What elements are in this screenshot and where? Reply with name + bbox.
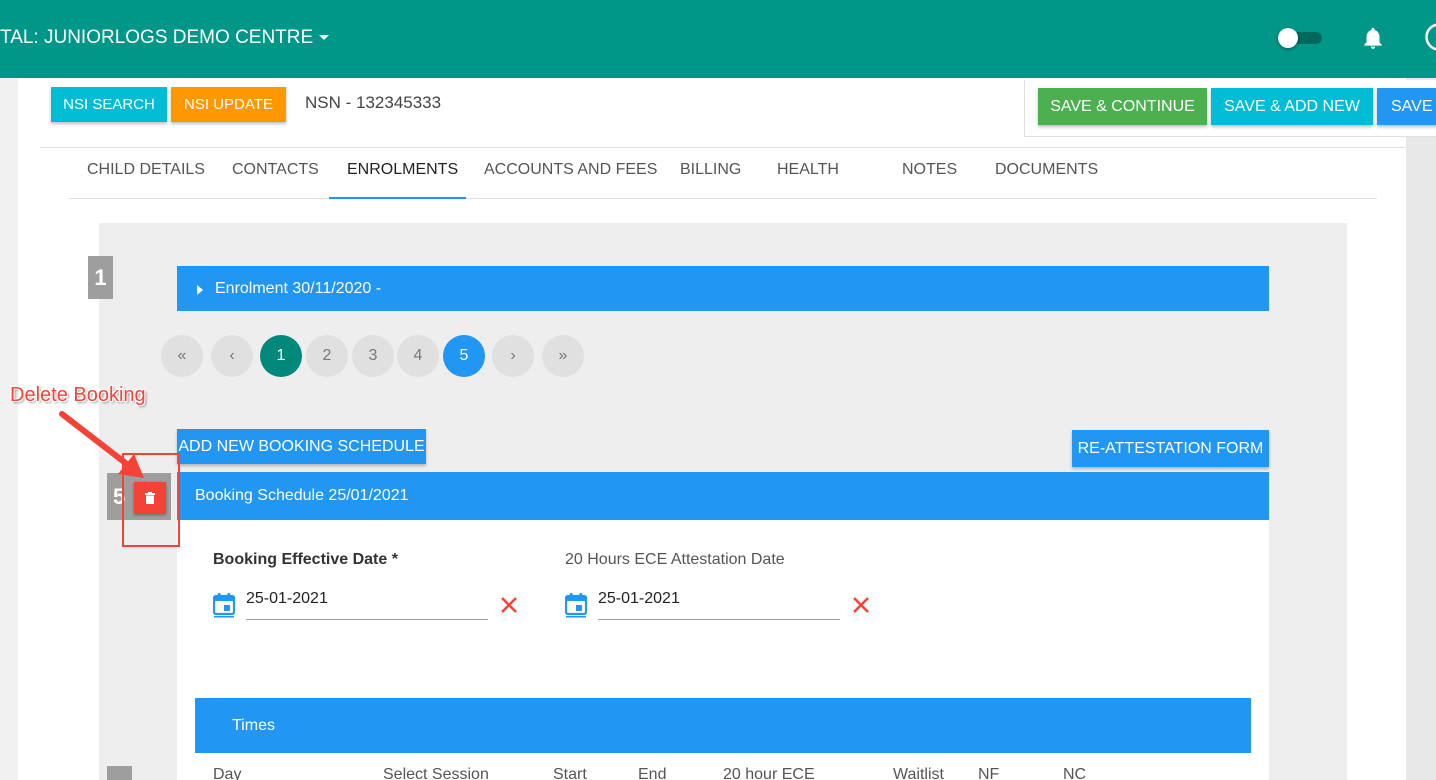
clear-attestation-date-icon[interactable] [851, 595, 871, 615]
pagination-page-3[interactable]: 3 [352, 335, 394, 377]
toolbar-divider [40, 147, 1406, 148]
annotation-highlight-box [122, 453, 180, 547]
expand-arrow-icon [197, 284, 203, 295]
column-header-start: Start [553, 766, 587, 780]
enrolment-header[interactable]: Enrolment 30/11/2020 - [177, 266, 1269, 311]
column-header-select-session: Select Session [383, 766, 489, 780]
enrolment-number-badge: 1 [88, 256, 113, 299]
save-button[interactable]: SAVE [1377, 88, 1436, 125]
column-header-20-hour-ece: 20 hour ECE [723, 766, 815, 780]
booking-effective-date-underline [246, 619, 488, 620]
toggle-switch-icon[interactable] [1278, 28, 1324, 48]
nsn-label: NSN - 132345333 [305, 93, 442, 112]
times-title: Times [232, 716, 275, 734]
add-new-booking-schedule-button[interactable]: ADD NEW BOOKING SCHEDULE [177, 429, 426, 464]
column-header-waitlist: Waitlist [893, 766, 944, 780]
centre-title: TAL: JUNIORLOGS DEMO CENTRE [0, 27, 314, 48]
tab-documents[interactable]: DOCUMENTS [995, 161, 1098, 179]
account-circle-icon[interactable] [1424, 22, 1436, 52]
tab-enrolments[interactable]: ENROLMENTS [347, 161, 458, 179]
nsi-update-button[interactable]: NSI UPDATE [171, 87, 286, 122]
left-gutter [0, 78, 18, 780]
booking-schedule-title: Booking Schedule 25/01/2021 [195, 487, 409, 504]
bell-icon[interactable] [1360, 24, 1386, 52]
column-header-day: Day [213, 766, 242, 780]
pagination-page-4[interactable]: 4 [397, 335, 439, 377]
booking-effective-date-label: Booking Effective Date * [213, 551, 398, 568]
times-header: Times [195, 698, 1251, 753]
pagination-page-2[interactable]: 2 [306, 335, 348, 377]
pagination-page-5[interactable]: 5 [443, 335, 485, 377]
tabs-divider [69, 198, 1377, 199]
attestation-date-underline [598, 619, 840, 620]
pagination-first-button[interactable]: « [161, 335, 203, 377]
clear-effective-date-icon[interactable] [499, 595, 519, 615]
tab-health[interactable]: HEALTH [777, 161, 839, 179]
tab-contacts[interactable]: CONTACTS [232, 161, 319, 179]
tab-notes[interactable]: NOTES [902, 161, 957, 179]
save-continue-button[interactable]: SAVE & CONTINUE [1038, 88, 1207, 125]
save-actions: SAVE & CONTINUE SAVE & ADD NEW SAVE [1024, 80, 1436, 137]
nsi-search-button[interactable]: NSI SEARCH [51, 87, 167, 122]
tab-accounts-and-fees[interactable]: ACCOUNTS AND FEES [484, 161, 657, 179]
column-header-end: End [638, 766, 667, 780]
active-tab-indicator [329, 197, 466, 199]
tab-billing[interactable]: BILLING [680, 161, 741, 179]
right-gutter [1406, 78, 1436, 780]
attestation-date-label: 20 Hours ECE Attestation Date [565, 551, 785, 568]
row-number-badge [107, 766, 132, 780]
pagination-last-button[interactable]: » [542, 335, 584, 377]
pagination-next-button[interactable]: › [492, 335, 534, 377]
booking-effective-date-input[interactable]: 25-01-2021 [246, 590, 328, 608]
column-header-nf: NF [978, 766, 1000, 780]
booking-schedule-header[interactable]: Booking Schedule 25/01/2021 [177, 472, 1269, 520]
pagination-prev-button[interactable]: ‹ [211, 335, 253, 377]
top-app-bar: TAL: JUNIORLOGS DEMO CENTRE [0, 0, 1436, 78]
caret-down-icon [319, 35, 330, 41]
pagination-page-1[interactable]: 1 [260, 335, 302, 377]
toggle-knob [1278, 28, 1298, 48]
attestation-date-input[interactable]: 25-01-2021 [598, 590, 680, 608]
calendar-icon[interactable] [213, 592, 235, 618]
column-header-nc: NC [1063, 766, 1087, 780]
calendar-icon[interactable] [565, 592, 587, 618]
save-add-new-button[interactable]: SAVE & ADD NEW [1211, 88, 1373, 125]
centre-selector[interactable]: TAL: JUNIORLOGS DEMO CENTRE [0, 27, 330, 49]
tab-child-details[interactable]: CHILD DETAILS [87, 161, 205, 179]
re-attestation-form-button[interactable]: RE-ATTESTATION FORM [1072, 430, 1269, 467]
enrolment-title: Enrolment 30/11/2020 - [215, 279, 382, 297]
